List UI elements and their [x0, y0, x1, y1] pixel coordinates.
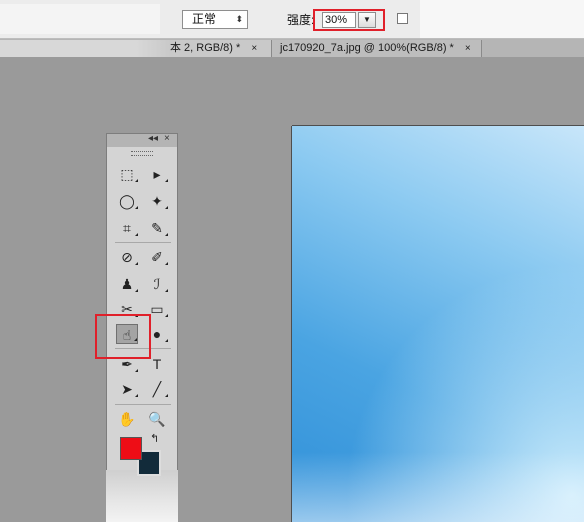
tool-separator	[115, 404, 171, 405]
panel-grip[interactable]	[131, 151, 153, 156]
brush-tool-icon[interactable]: ✐	[146, 247, 168, 267]
document-tab-2[interactable]: jc170920_7a.jpg @ 100%(RGB/8) * ×	[272, 40, 482, 57]
swap-colors-icon[interactable]: ↰	[150, 432, 159, 445]
tab-title: jc170920_7a.jpg @ 100%(RGB/8) *	[280, 42, 454, 54]
options-bar: 正常 ⬍ 强度: 30% ▼	[0, 0, 584, 39]
strength-label: 强度:	[287, 13, 315, 27]
quick-select-tool-icon[interactable]: ✦	[146, 191, 168, 211]
marquee-tool-icon[interactable]: ⬚	[116, 164, 138, 184]
options-bar-blurred-area	[0, 4, 160, 34]
clone-stamp-tool-icon[interactable]: ♟	[116, 274, 138, 294]
smudge-tool-highlight-box	[95, 314, 151, 359]
collapse-icon[interactable]: ◂◂	[148, 133, 158, 144]
strength-dropdown-button[interactable]: ▼	[358, 12, 376, 28]
tab-title: 本 2, RGB/8) *	[170, 42, 241, 54]
move-tool-icon[interactable]: ▸	[146, 164, 168, 184]
crop-tool-icon[interactable]: ⌗	[116, 218, 138, 238]
foreground-color-swatch[interactable]	[120, 437, 142, 460]
blend-mode-value: 正常	[192, 12, 217, 26]
options-bar-blurred-area-right	[420, 0, 584, 38]
history-brush-tool-icon[interactable]: ℐ	[146, 274, 168, 294]
tools-panel-header[interactable]: ◂◂ ×	[107, 133, 177, 147]
healing-brush-tool-icon[interactable]: ⊘	[116, 247, 138, 267]
close-icon[interactable]: ×	[164, 133, 170, 144]
canvas-bottom-fade	[292, 452, 584, 522]
tool-separator	[115, 242, 171, 243]
document-tab-1[interactable]: 本 2, RGB/8) * ×	[0, 40, 272, 57]
line-tool-icon[interactable]: ╱	[146, 379, 168, 399]
tab-close-icon[interactable]: ×	[251, 43, 257, 54]
document-canvas[interactable]	[292, 126, 584, 522]
document-tab-bar: 本 2, RGB/8) * × jc170920_7a.jpg @ 100%(R…	[0, 39, 584, 57]
select-arrows-icon: ⬍	[235, 14, 243, 24]
lasso-tool-icon[interactable]: ◯	[116, 191, 138, 211]
tools-panel-blurred-bottom	[106, 470, 178, 522]
strength-input[interactable]: 30%	[322, 12, 356, 28]
tab-blur	[0, 40, 170, 57]
eyedropper-tool-icon[interactable]: ✎	[146, 218, 168, 238]
path-selection-tool-icon[interactable]: ➤	[116, 379, 138, 399]
zoom-tool-icon[interactable]: 🔍	[146, 409, 168, 429]
tab-close-icon[interactable]: ×	[465, 43, 471, 54]
blend-mode-select[interactable]: 正常 ⬍	[182, 10, 248, 29]
hand-tool-icon[interactable]: ✋	[116, 409, 138, 429]
sample-all-layers-checkbox[interactable]	[397, 13, 408, 24]
